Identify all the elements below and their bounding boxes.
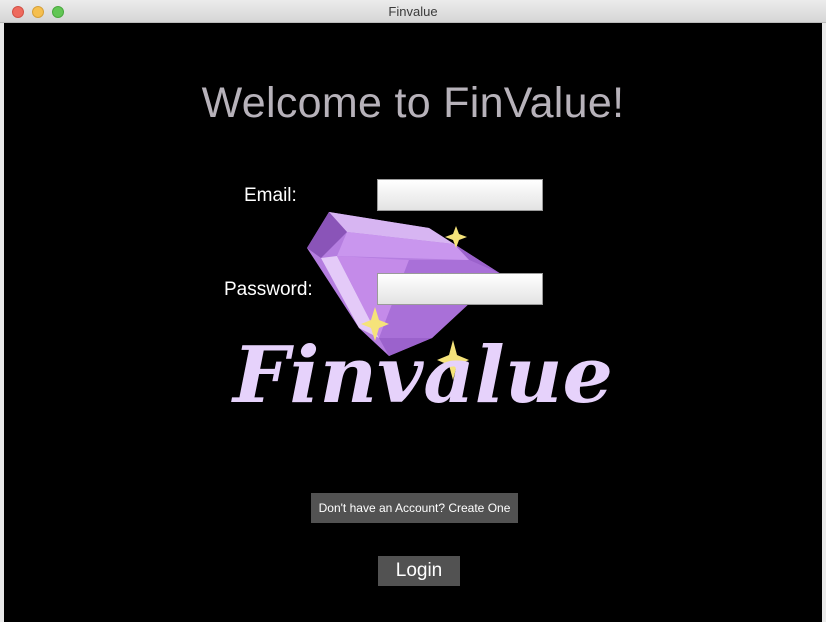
email-field[interactable]	[377, 179, 543, 211]
app-window: Finvalue Welcome to FinValue! Finvalue E…	[0, 0, 826, 622]
logo-wordmark: Finvalue	[231, 330, 613, 413]
page-title: Welcome to FinValue!	[201, 79, 625, 127]
finvalue-logo: Finvalue	[231, 212, 613, 413]
window-title: Finvalue	[388, 4, 438, 19]
email-label: Email:	[244, 185, 297, 206]
create-account-button[interactable]: Don't have an Account? Create One	[311, 493, 518, 523]
title-bar: Finvalue	[0, 0, 826, 23]
login-screen: Welcome to FinValue! Finvalue Email: Pas…	[4, 23, 822, 622]
password-field[interactable]	[377, 273, 543, 305]
password-label: Password:	[224, 279, 313, 300]
login-button[interactable]: Login	[378, 556, 460, 586]
